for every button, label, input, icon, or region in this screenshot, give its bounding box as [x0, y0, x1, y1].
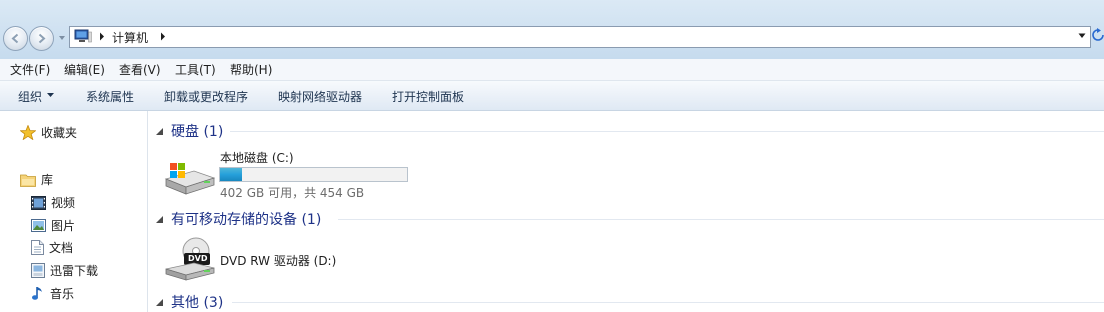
navigation-pane: 收藏夹 库 视频 图片 文档 迅雷下载 音乐 [0, 111, 148, 312]
breadcrumb-computer[interactable]: 计算机 [112, 29, 148, 46]
collapse-triangle-icon[interactable] [156, 127, 163, 135]
menu-file[interactable]: 文件(F) [10, 61, 50, 78]
content-pane: 硬盘 (1) 本地磁盘 (C:) 402 GB 可用，共 454 GB 有可移动… [148, 111, 1104, 312]
nav-documents-label: 文档 [49, 241, 74, 255]
group-header-removable[interactable]: 有可移动存储的设备 (1) [156, 209, 321, 229]
music-note-icon [32, 287, 42, 300]
menu-bar: 文件(F) 编辑(E) 查看(V) 工具(T) 帮助(H) [0, 59, 1104, 81]
nav-pictures[interactable]: 图片 [31, 217, 75, 234]
group-title-hard-disks: 硬盘 (1) [171, 124, 224, 140]
nav-videos-label: 视频 [51, 196, 76, 210]
refresh-icon[interactable] [1092, 28, 1104, 42]
group-title-removable: 有可移动存储的设备 (1) [171, 212, 322, 228]
drive-c-usage-bar [219, 167, 408, 182]
dvd-icon-label: DVD [188, 254, 208, 263]
picture-icon [31, 219, 46, 232]
menu-help[interactable]: 帮助(H) [230, 61, 272, 78]
drive-c-usage-fill [220, 168, 242, 181]
drive-c-name: 本地磁盘 (C:) [220, 151, 294, 165]
collapse-triangle-icon[interactable] [156, 298, 163, 306]
command-bar: 组织 系统属性 卸载或更改程序 映射网络驱动器 打开控制面板 [0, 81, 1104, 111]
organize-button[interactable]: 组织 [18, 88, 42, 105]
document-icon [31, 240, 44, 255]
computer-icon [74, 29, 92, 43]
group-divider [230, 131, 1104, 132]
breadcrumb-separator-icon[interactable] [160, 32, 166, 41]
menu-view[interactable]: 查看(V) [119, 61, 161, 78]
download-folder-icon [31, 263, 45, 278]
drive-d-tile[interactable]: DVD DVD RW 驱动器 (D:) [164, 235, 404, 281]
nav-favorites[interactable]: 收藏夹 [20, 124, 77, 141]
nav-downloads-label: 迅雷下载 [50, 264, 99, 278]
group-title-other: 其他 (3) [171, 295, 224, 311]
uninstall-program-button[interactable]: 卸载或更改程序 [164, 88, 248, 105]
nav-libraries[interactable]: 库 [20, 171, 53, 188]
open-control-panel-button[interactable]: 打开控制面板 [392, 88, 464, 105]
drive-c-free-space: 402 GB 可用，共 454 GB [220, 186, 365, 200]
organize-dropdown-icon[interactable] [47, 93, 54, 97]
address-dropdown-icon[interactable] [1078, 33, 1086, 39]
nav-favorites-label: 收藏夹 [41, 126, 78, 140]
star-icon [20, 125, 36, 140]
map-network-drive-button[interactable]: 映射网络驱动器 [278, 88, 362, 105]
system-properties-button[interactable]: 系统属性 [86, 88, 134, 105]
group-header-other[interactable]: 其他 (3) [156, 292, 223, 312]
group-header-hard-disks[interactable]: 硬盘 (1) [156, 121, 223, 141]
recent-pages-dropdown-icon[interactable] [58, 34, 66, 42]
collapse-triangle-icon[interactable] [156, 215, 163, 223]
group-divider [232, 302, 1104, 303]
library-folder-icon [20, 174, 36, 187]
address-bar-region: 计算机 [0, 0, 1104, 59]
forward-arrow-icon [38, 33, 46, 44]
hard-drive-icon [164, 163, 216, 195]
nav-pictures-label: 图片 [51, 219, 76, 233]
back-arrow-icon [11, 33, 19, 44]
back-button[interactable] [3, 26, 28, 51]
menu-tools[interactable]: 工具(T) [175, 61, 216, 78]
nav-libraries-label: 库 [41, 173, 54, 187]
address-box[interactable]: 计算机 [69, 26, 1091, 48]
video-icon [31, 195, 46, 210]
nav-downloads[interactable]: 迅雷下载 [31, 262, 98, 279]
nav-videos[interactable]: 视频 [31, 194, 75, 211]
drive-d-name: DVD RW 驱动器 (D:) [220, 254, 337, 268]
group-divider [338, 219, 1104, 220]
forward-button[interactable] [29, 26, 54, 51]
nav-music[interactable]: 音乐 [31, 285, 74, 302]
nav-documents[interactable]: 文档 [31, 239, 73, 256]
menu-edit[interactable]: 编辑(E) [64, 61, 105, 78]
breadcrumb-separator-icon[interactable] [99, 32, 105, 41]
nav-music-label: 音乐 [50, 287, 75, 301]
